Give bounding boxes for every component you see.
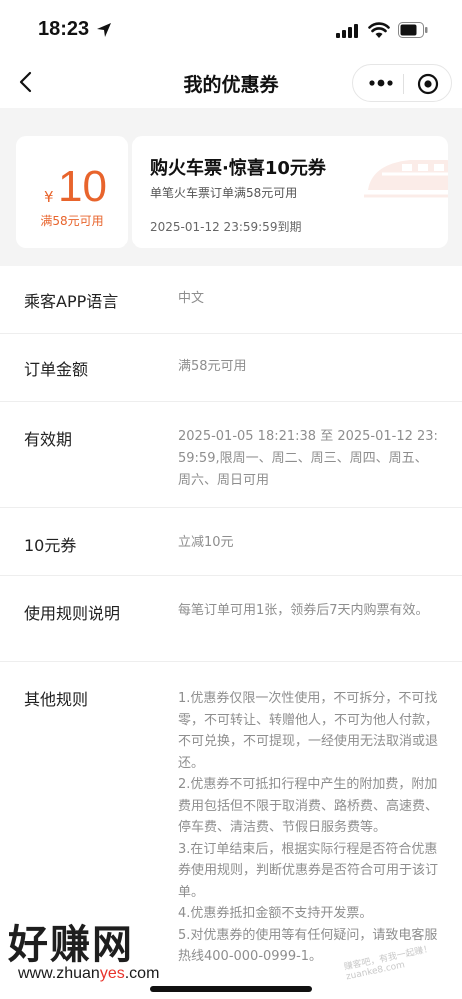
detail-label: 其他规则 bbox=[24, 690, 89, 709]
detail-value: 中文 bbox=[178, 291, 205, 306]
train-icon bbox=[364, 160, 448, 198]
watermark-url-prefix: www.zhuan bbox=[18, 965, 100, 982]
mini-program-capsule bbox=[352, 64, 452, 102]
detail-label: 有效期 bbox=[24, 430, 73, 449]
status-time: 18:23 bbox=[38, 18, 90, 40]
coupon-value-section: ¥ 10 满58元可用 bbox=[16, 136, 128, 248]
battery-icon bbox=[398, 22, 428, 38]
detail-value: 2025-01-05 18:21:38 至 2025-01-12 23:59:5… bbox=[178, 429, 438, 488]
detail-row-language: 乘客APP语言 中文 bbox=[0, 266, 462, 334]
detail-row-usage-rules: 使用规则说明 每笔订单可用1张，领券后7天内购票有效。 bbox=[0, 576, 462, 662]
coupon-info-section: 购火车票·惊喜10元券 单笔火车票订单满58元可用 2025-01-12 23:… bbox=[132, 136, 448, 248]
coupon-area: ¥ 10 满58元可用 购火车票·惊喜10元券 单笔火车票订单满58元可用 20… bbox=[0, 108, 462, 266]
coupon-card[interactable]: ¥ 10 满58元可用 购火车票·惊喜10元券 单笔火车票订单满58元可用 20… bbox=[16, 130, 448, 254]
detail-row-coupon-type: 10元券 立减10元 bbox=[0, 508, 462, 576]
cellular-signal-icon bbox=[336, 24, 358, 38]
coupon-notch-top bbox=[124, 130, 136, 142]
coupon-expiry: 2025-01-12 23:59:59到期 bbox=[150, 220, 302, 234]
detail-label: 乘客APP语言 bbox=[24, 292, 119, 311]
more-icon[interactable] bbox=[367, 75, 395, 91]
close-target-icon[interactable] bbox=[417, 73, 439, 95]
location-arrow-icon bbox=[97, 23, 111, 37]
coupon-min-spend: 满58元可用 bbox=[40, 214, 104, 228]
detail-value: 立减10元 bbox=[178, 535, 234, 550]
detail-value: 满58元可用 bbox=[178, 359, 247, 374]
watermark-url: www.zhuanyes.com bbox=[18, 965, 159, 983]
watermark-logo: 好赚网 bbox=[8, 922, 134, 968]
detail-value: 每笔订单可用1张，领券后7天内购票有效。 bbox=[178, 603, 429, 618]
nav-bar: 我的优惠券 bbox=[0, 60, 462, 106]
detail-label: 使用规则说明 bbox=[24, 604, 121, 623]
detail-row-order-amount: 订单金额 满58元可用 bbox=[0, 334, 462, 402]
coupon-title: 购火车票·惊喜10元券 bbox=[150, 158, 326, 179]
watermark-url-suffix: .com bbox=[124, 965, 160, 982]
detail-label: 10元券 bbox=[24, 536, 77, 555]
capsule-divider bbox=[403, 74, 404, 94]
home-indicator[interactable] bbox=[150, 986, 312, 992]
coupon-description: 单笔火车票订单满58元可用 bbox=[150, 186, 298, 200]
coupon-notch-bottom bbox=[124, 242, 136, 254]
watermark-url-highlight: yes bbox=[99, 965, 125, 982]
wifi-icon bbox=[368, 22, 390, 38]
coupon-amount: 10 bbox=[58, 162, 107, 211]
currency-symbol: ¥ bbox=[44, 188, 54, 206]
detail-label: 订单金额 bbox=[24, 360, 89, 379]
back-chevron-icon[interactable] bbox=[16, 70, 36, 94]
status-bar: 18:23 bbox=[0, 0, 462, 60]
detail-row-validity: 有效期 2025-01-05 18:21:38 至 2025-01-12 23:… bbox=[0, 402, 462, 508]
detail-value: 1.优惠券仅限一次性使用，不可拆分，不可找零，不可转让、转赠他人，不可为他人付款… bbox=[178, 691, 439, 964]
